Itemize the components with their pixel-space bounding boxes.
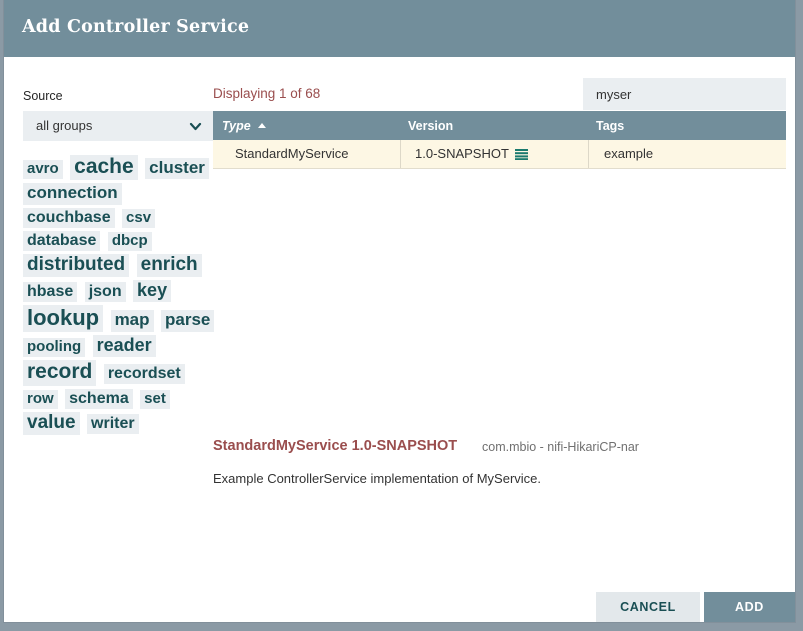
tag-item[interactable]: enrich — [136, 253, 202, 278]
dialog-title-bar: Add Controller Service — [4, 0, 795, 57]
tag-item[interactable]: set — [140, 389, 170, 409]
bundle-list-icon[interactable] — [514, 148, 528, 163]
chevron-down-icon — [189, 120, 202, 133]
table-header-row: Type Version Tags — [213, 111, 786, 140]
cell-divider — [588, 140, 589, 168]
tag-item[interactable]: distributed — [23, 253, 130, 278]
tag-item[interactable]: couchbase — [23, 207, 115, 228]
tag-item[interactable]: schema — [65, 388, 133, 409]
detail-description: Example ControllerService implementation… — [213, 471, 542, 486]
add-button[interactable]: ADD — [704, 592, 795, 622]
cancel-button[interactable]: CANCEL — [596, 592, 700, 622]
tag-item[interactable]: recordset — [103, 364, 185, 385]
cell-version-label: 1.0-SNAPSHOT — [415, 146, 509, 161]
results-count: Displaying 1 of 68 — [213, 86, 321, 101]
tag-item[interactable]: pooling — [23, 337, 86, 358]
cell-tags: example — [604, 146, 654, 161]
column-header-version[interactable]: Version — [408, 119, 453, 133]
tag-item[interactable]: record — [23, 360, 97, 386]
cell-type: StandardMyService — [235, 146, 349, 161]
cell-divider — [400, 140, 401, 168]
group-filter-value: all groups — [36, 118, 93, 133]
source-label: Source — [23, 89, 63, 103]
detail-title: StandardMyService 1.0-SNAPSHOT — [213, 438, 458, 454]
column-header-type[interactable]: Type — [222, 119, 266, 133]
group-filter-select[interactable]: all groups — [23, 111, 214, 141]
search-input[interactable] — [583, 78, 786, 110]
tag-item[interactable]: value — [23, 411, 80, 436]
tag-item[interactable]: cache — [70, 155, 138, 181]
tag-item[interactable]: connection — [23, 183, 122, 205]
detail-bundle: com.mbio - nifi-HikariCP-nar — [482, 440, 639, 454]
column-header-type-label: Type — [222, 119, 251, 133]
table-row[interactable]: StandardMyService 1.0-SNAPSHOT example — [213, 140, 786, 169]
tag-item[interactable]: database — [23, 230, 101, 251]
tag-item[interactable]: hbase — [23, 282, 78, 303]
tag-item[interactable]: key — [133, 280, 172, 303]
add-controller-service-dialog: Add Controller Service Source all groups… — [4, 0, 795, 622]
tag-item[interactable]: lookup — [23, 305, 104, 332]
tag-item[interactable]: reader — [92, 334, 156, 358]
sort-ascending-icon — [257, 123, 266, 128]
tag-item[interactable]: map — [110, 310, 154, 332]
tag-item[interactable]: json — [84, 282, 126, 303]
column-header-tags[interactable]: Tags — [596, 119, 624, 133]
controller-service-table: Type Version Tags StandardMyService 1.0-… — [213, 111, 786, 169]
tag-item[interactable]: cluster — [145, 158, 209, 180]
cell-version: 1.0-SNAPSHOT — [415, 146, 528, 163]
dialog-title: Add Controller Service — [22, 17, 250, 37]
tag-item[interactable]: parse — [160, 310, 215, 332]
tag-cloud: avro cache cluster connection couchbase … — [23, 155, 219, 438]
tag-item[interactable]: row — [23, 389, 58, 409]
tag-item[interactable]: writer — [87, 413, 139, 434]
tag-item[interactable]: dbcp — [107, 231, 152, 251]
tag-item[interactable]: csv — [122, 208, 156, 228]
tag-item[interactable]: avro — [23, 160, 63, 180]
